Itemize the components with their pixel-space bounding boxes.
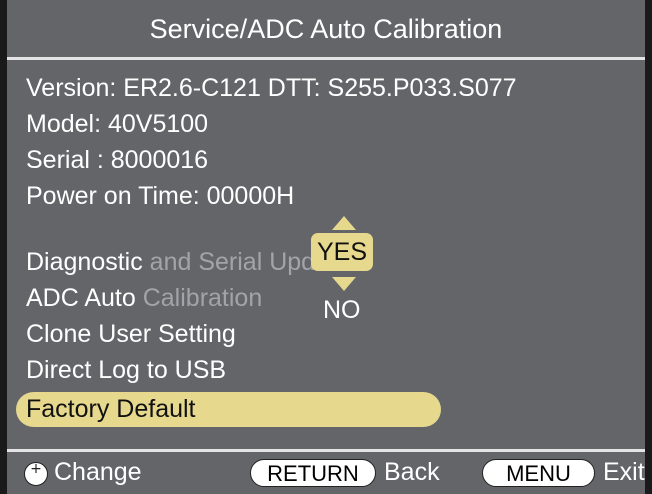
title-divider bbox=[7, 57, 645, 60]
version-text: Version: ER2.6-C121 DTT: S255.P033.S077 bbox=[26, 74, 517, 102]
menu-item-diagnostic[interactable]: Diagnostic and Serial Update bbox=[16, 246, 350, 278]
service-menu-screen: Service/ADC Auto Calibration Version: ER… bbox=[0, 0, 652, 494]
menu-item-clone-user-setting[interactable]: Clone User Setting bbox=[16, 318, 236, 350]
return-button[interactable]: RETURN bbox=[250, 459, 376, 487]
back-hint: Back bbox=[384, 458, 440, 486]
menu-item-label: Factory Default bbox=[26, 395, 196, 423]
menu-item-label: ADC Auto bbox=[26, 284, 136, 312]
menu-item-label-dim: Calibration bbox=[135, 284, 263, 312]
page-title: Service/ADC Auto Calibration bbox=[149, 14, 503, 44]
exit-hint: Exit bbox=[603, 458, 645, 486]
no-option[interactable]: NO bbox=[323, 295, 361, 325]
menu-button[interactable]: MENU bbox=[482, 459, 595, 487]
serial-text: Serial : 8000016 bbox=[26, 146, 209, 174]
change-hint: Change bbox=[54, 458, 142, 486]
footer-divider bbox=[7, 449, 645, 452]
dpad-icon bbox=[24, 461, 48, 486]
menu-item-adc-auto-calibration[interactable]: ADC Auto Calibration bbox=[16, 282, 262, 314]
menu-item-factory-default[interactable]: Factory Default bbox=[16, 393, 196, 425]
yes-option[interactable]: YES bbox=[311, 233, 373, 271]
menu-item-label: Direct Log to USB bbox=[26, 356, 227, 384]
up-arrow-icon[interactable] bbox=[332, 216, 356, 230]
down-arrow-icon[interactable] bbox=[332, 277, 356, 291]
menu-item-label: Clone User Setting bbox=[26, 320, 236, 348]
menu-item-direct-log-to-usb[interactable]: Direct Log to USB bbox=[16, 354, 226, 386]
menu-item-label: Diagnostic bbox=[26, 248, 143, 276]
model-text: Model: 40V5100 bbox=[26, 110, 209, 138]
power-on-time-text: Power on Time: 00000H bbox=[26, 182, 295, 210]
